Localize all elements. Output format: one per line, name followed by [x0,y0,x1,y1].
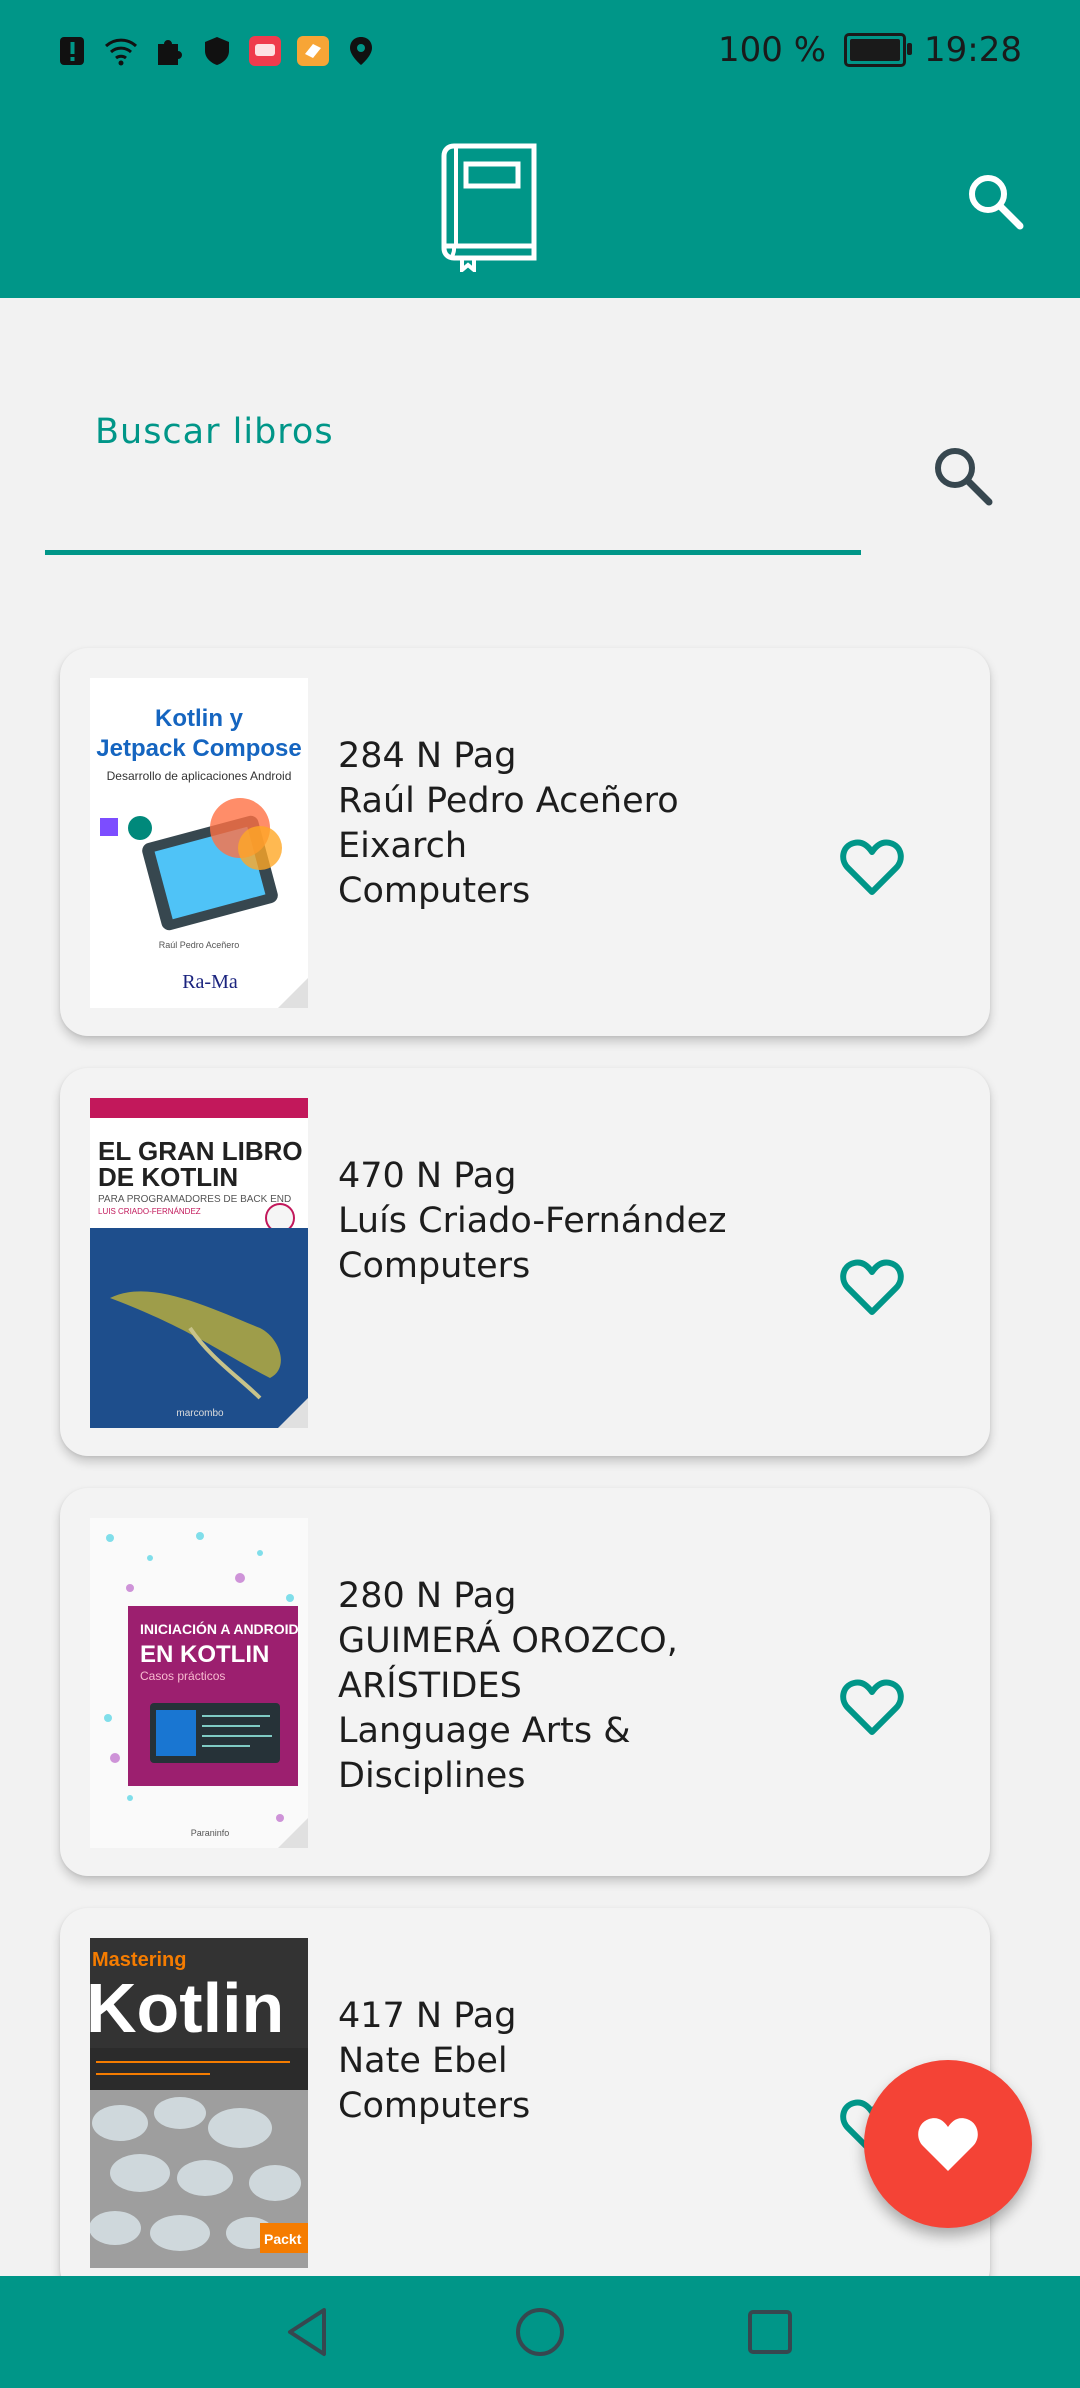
puzzle-icon [152,34,186,68]
shield-icon [200,34,234,68]
book-cover: EL GRAN LIBRO DE KOTLIN PARA PROGRAMADOR… [90,1098,308,1428]
recents-icon[interactable] [742,2304,798,2360]
back-icon[interactable] [280,2304,336,2360]
svg-text:INICIACIÓN A ANDROID: INICIACIÓN A ANDROID [140,1620,299,1637]
wifi-icon [104,34,138,68]
favorite-heart-icon[interactable] [840,838,904,898]
app-bar: 100 % 19:28 [0,0,1080,298]
svg-text:Ra-Ma: Ra-Ma [182,971,238,993]
book-info: 470 N Pag Luís Criado-Fernández Computer… [338,1154,758,1289]
status-bar: 100 % 19:28 [0,0,1080,100]
book-category: Computers [338,1246,531,1286]
book-pages: 284 N Pag [338,736,517,776]
svg-text:Casos prácticos: Casos prácticos [140,1669,225,1683]
book-cover: Kotlin y Jetpack Compose Desarrollo de a… [90,678,308,1008]
book-info: 280 N Pag GUIMERÁ OROZCO, ARÍSTIDES Lang… [338,1574,758,1799]
book-card[interactable]: Kotlin y Jetpack Compose Desarrollo de a… [60,648,990,1036]
svg-text:Kotlin: Kotlin [90,1969,284,2047]
location-icon [344,34,378,68]
book-cover: INICIACIÓN A ANDROID EN KOTLIN Casos prá… [90,1518,308,1848]
favorite-heart-icon[interactable] [840,1678,904,1738]
search-field[interactable]: Buscar libros [45,400,1035,560]
book-info: 284 N Pag Raúl Pedro Aceñero Eixarch Com… [338,734,758,914]
pay-icon [296,34,330,68]
battery-icon [844,33,913,67]
book-author: GUIMERÁ OROZCO, ARÍSTIDES [338,1621,678,1706]
favorites-fab[interactable] [864,2060,1032,2228]
book-card[interactable]: EL GRAN LIBRO DE KOTLIN PARA PROGRAMADOR… [60,1068,990,1456]
book-card[interactable]: INICIACIÓN A ANDROID EN KOTLIN Casos prá… [60,1488,990,1876]
huawei-icon [248,34,282,68]
svg-text:Jetpack Compose: Jetpack Compose [96,735,301,762]
clock: 19:28 [924,30,1022,70]
favorite-heart-icon[interactable] [840,1258,904,1318]
search-underline [45,550,861,555]
svg-text:LUIS CRIADO-FERNÁNDEZ: LUIS CRIADO-FERNÁNDEZ [98,1207,201,1216]
alert-icon [56,34,90,68]
book-card[interactable]: Mastering Kotlin Packt 417 N Pag Nate Eb… [60,1908,990,2296]
heart-filled-icon [918,2118,978,2171]
book-pages: 417 N Pag [338,1996,517,2036]
svg-text:Paraninfo: Paraninfo [191,1828,230,1838]
book-category: Computers [338,2086,531,2126]
svg-text:Raúl Pedro Aceñero: Raúl Pedro Aceñero [159,940,240,950]
svg-text:Packt: Packt [264,2231,302,2247]
search-icon[interactable] [964,170,1026,232]
svg-text:Desarrollo de aplicaciones And: Desarrollo de aplicaciones Android [107,769,292,783]
svg-text:EN KOTLIN: EN KOTLIN [140,1641,269,1668]
book-author: Luís Criado-Fernández [338,1201,727,1241]
battery-percent: 100 % [718,30,827,70]
book-author: Nate Ebel [338,2041,508,2081]
search-label[interactable]: Buscar libros [95,412,334,452]
svg-text:PARA PROGRAMADORES DE BACK END: PARA PROGRAMADORES DE BACK END [98,1194,291,1205]
book-pages: 470 N Pag [338,1156,517,1196]
search-button-icon[interactable] [927,440,997,510]
book-cover: Mastering Kotlin Packt [90,1938,308,2268]
book-author: Raúl Pedro Aceñero Eixarch [338,781,679,866]
book-category: Language Arts & Disciplines [338,1711,631,1796]
svg-text:DE KOTLIN: DE KOTLIN [98,1162,238,1192]
book-info: 417 N Pag Nate Ebel Computers [338,1994,758,2129]
home-icon[interactable] [512,2304,568,2360]
svg-text:marcombo: marcombo [176,1408,224,1419]
svg-text:Mastering: Mastering [92,1949,186,1971]
book-icon [441,143,537,272]
system-nav-bar [0,2276,1080,2388]
book-pages: 280 N Pag [338,1576,517,1616]
book-category: Computers [338,871,531,911]
svg-text:Kotlin y: Kotlin y [155,705,244,732]
